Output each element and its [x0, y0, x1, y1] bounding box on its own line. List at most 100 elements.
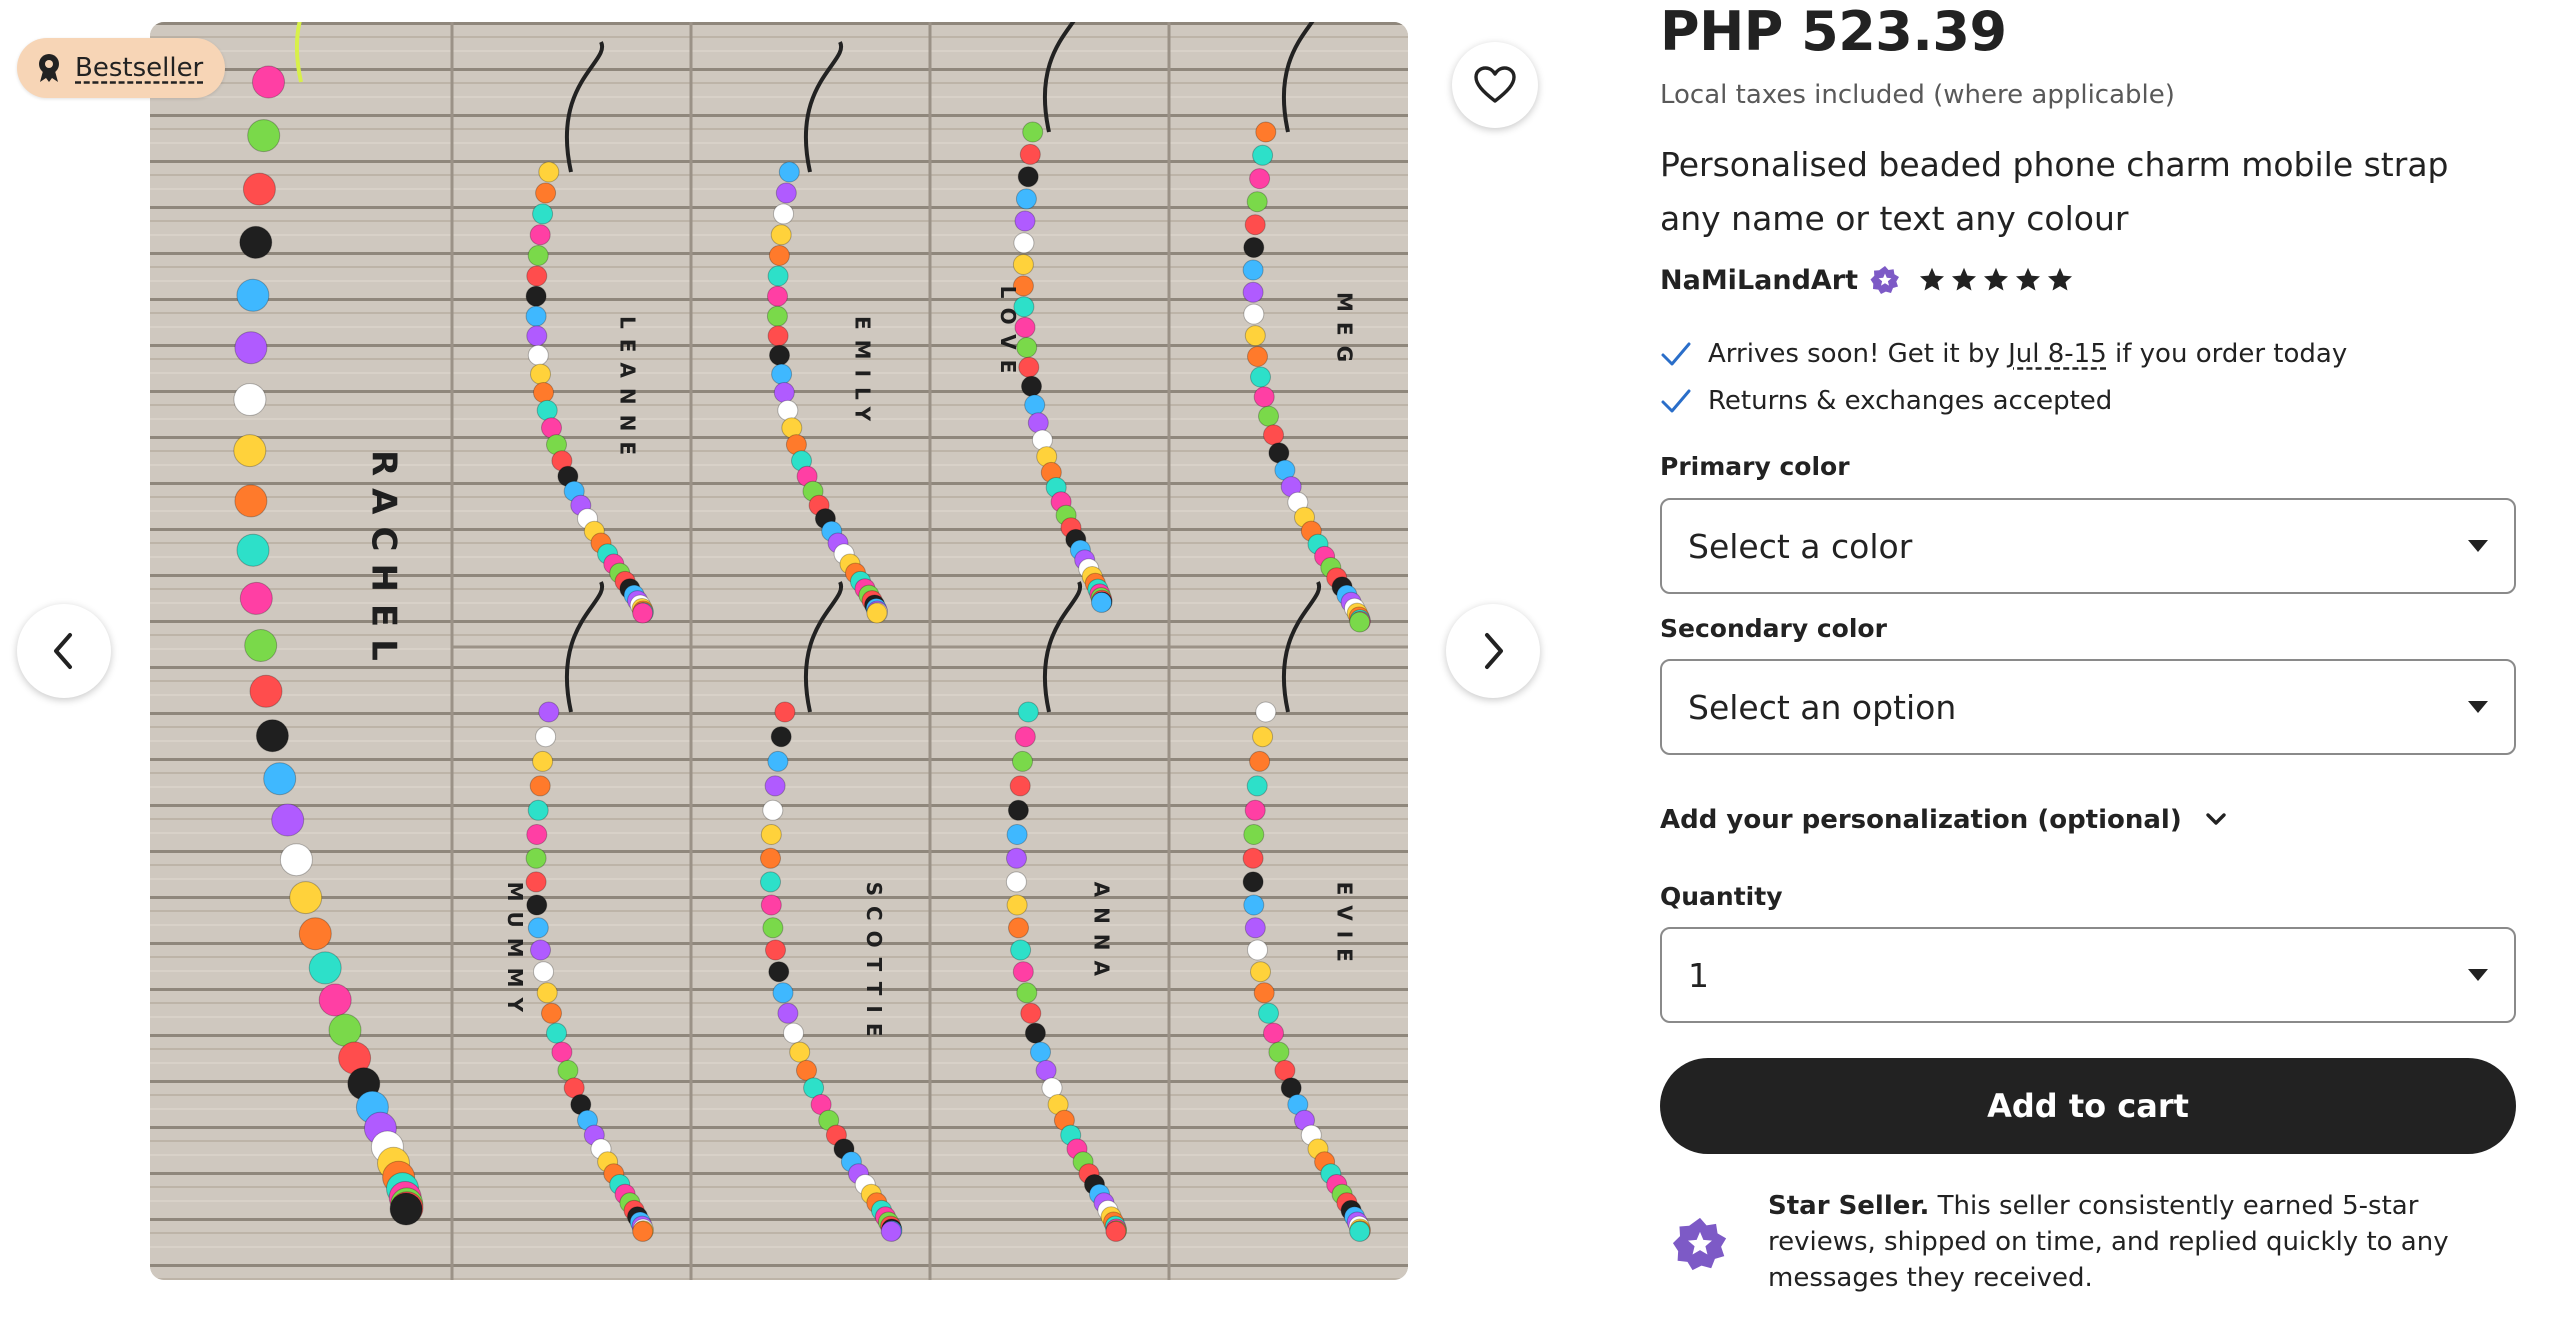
listing-title: Personalised beaded phone charm mobile s… [1660, 145, 2449, 238]
bead [1263, 424, 1284, 446]
letter-bead-word: EVIE [1332, 882, 1356, 972]
listing-photo[interactable]: RACHEL LEANNE EMILY LOVE MEG MUMMY SCOTTIE ANNA… [150, 22, 1408, 1280]
bead [1253, 982, 1275, 1004]
bead [1018, 356, 1040, 378]
bead [1250, 961, 1271, 983]
chevron-down-icon [2206, 813, 2226, 825]
bead [527, 344, 549, 366]
next-image-button[interactable] [1446, 604, 1540, 698]
bead [255, 719, 289, 753]
secondary-color-label: Secondary color [1660, 614, 1887, 643]
bead [308, 951, 342, 985]
bead [298, 917, 332, 951]
bead [535, 726, 557, 748]
bead [236, 278, 270, 312]
letter-bead-word: MUMMY [503, 882, 527, 1022]
bead [1349, 611, 1371, 633]
bead [318, 983, 352, 1017]
bead [766, 305, 788, 327]
bead [527, 917, 549, 939]
bead [762, 799, 784, 821]
bead [770, 224, 792, 246]
bead [760, 894, 782, 916]
arrival-text: Arrives soon! Get it by Jul 8-15 if you … [1708, 339, 2347, 369]
bead [1242, 259, 1264, 281]
star-icon [1920, 267, 1945, 291]
star-seller-title: Star Seller. [1768, 1191, 1930, 1221]
primary-color-select[interactable]: Select a color [1660, 498, 2516, 594]
bead [1244, 325, 1266, 347]
secondary-color-select[interactable]: Select an option [1660, 659, 2516, 755]
bead [1012, 961, 1034, 983]
bead [271, 803, 305, 837]
bead [1247, 346, 1268, 367]
bead [535, 182, 557, 204]
bead [1014, 726, 1036, 748]
bead [536, 982, 558, 1004]
bead [533, 382, 554, 403]
bead [1013, 232, 1035, 254]
arrival-dates[interactable]: Jul 8-15 [2008, 339, 2107, 369]
bead [777, 1002, 799, 1024]
bead [866, 602, 888, 624]
bead [1255, 701, 1277, 723]
bestseller-label: Bestseller [75, 53, 204, 83]
bead [538, 701, 560, 723]
add-to-cart-button[interactable]: Add to cart [1660, 1058, 2516, 1154]
bead [796, 1059, 817, 1081]
bead [1009, 775, 1031, 797]
bead [768, 961, 790, 983]
personalization-label: Add your personalization (optional) [1660, 805, 2182, 835]
favorite-button[interactable] [1452, 42, 1538, 128]
star-seller-info: Star Seller. This seller consistently ea… [1660, 1188, 2516, 1296]
letter-bead-word: ANNA [1090, 882, 1114, 986]
bead [526, 894, 548, 916]
primary-color-label: Primary color [1660, 452, 1850, 481]
bestseller-badge: Bestseller [17, 38, 226, 98]
bead [632, 602, 654, 624]
bead [765, 939, 786, 961]
letter-bead-word: RACHEL [364, 450, 404, 673]
bead [1258, 1002, 1279, 1024]
checkmark-icon [1661, 342, 1691, 366]
bead [760, 871, 781, 893]
bead [1349, 1220, 1371, 1242]
bead [1016, 982, 1038, 1004]
bead [279, 843, 313, 877]
seller-name-link[interactable]: NaMiLandArt [1660, 265, 1858, 296]
letter-bead-word: MEG [1332, 292, 1356, 372]
chevron-left-icon [54, 633, 72, 669]
letter-bead-word: EMILY [851, 316, 875, 431]
bead [1242, 871, 1264, 893]
bead [1035, 1059, 1057, 1081]
quantity-select[interactable]: 1 [1660, 927, 2516, 1023]
star-seller-text: Star Seller. This seller consistently ea… [1768, 1188, 2516, 1296]
returns-text: Returns & exchanges accepted [1708, 386, 2113, 416]
bead [1242, 847, 1264, 869]
seller-row: NaMiLandArt [1660, 258, 2074, 302]
bead [771, 363, 793, 385]
star-icon [1952, 267, 1977, 291]
bead [557, 1059, 579, 1081]
previous-image-button[interactable] [17, 604, 111, 698]
bead [1274, 1059, 1296, 1081]
bead [767, 285, 788, 307]
bead [532, 203, 554, 225]
bead [778, 161, 800, 183]
bead [1244, 214, 1266, 236]
bead [767, 750, 789, 772]
bead [1242, 281, 1264, 303]
bead [1005, 871, 1027, 893]
bead [777, 399, 799, 421]
bead [529, 775, 551, 797]
bead [1244, 799, 1266, 821]
rating-stars[interactable] [1918, 266, 2074, 294]
bead [773, 382, 795, 403]
personalization-toggle[interactable]: Add your personalization (optional) [1660, 800, 2228, 840]
bead [1020, 1002, 1042, 1024]
bead [1017, 701, 1039, 723]
bead [526, 824, 548, 845]
letter-bead-word: LEANNE [615, 316, 639, 465]
returns-perk: Returns & exchanges accepted [1660, 381, 2112, 421]
award-ribbon-icon [39, 54, 59, 82]
